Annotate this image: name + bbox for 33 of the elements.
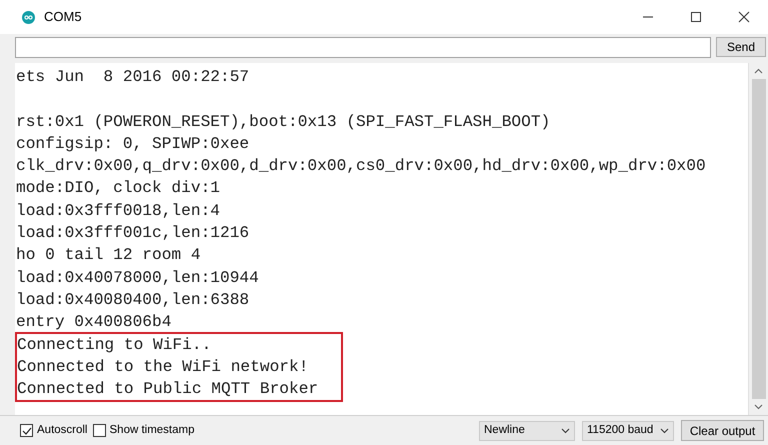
clear-output-button[interactable]: Clear output xyxy=(681,420,764,441)
scrollbar-thumb[interactable] xyxy=(752,79,766,399)
output-line: load:0x3fff0018,len:4 xyxy=(16,200,221,222)
output-line: load:0x40078000,len:10944 xyxy=(16,268,260,289)
output-line: entry 0x400806b4 xyxy=(16,312,172,334)
send-button[interactable]: Send xyxy=(716,37,766,57)
autoscroll-label: Autoscroll xyxy=(37,422,88,438)
output-line: clk_drv:0x00,q_drv:0x00,d_drv:0x00,cs0_drv:0x00,hd_drv:0x00,wp_drv:0x00 xyxy=(16,156,707,178)
output-line: Connecting to WiFi.. xyxy=(17,334,212,356)
output-line: Connected to the WiFi network! xyxy=(17,356,310,378)
output-line: mode:DIO, clock div:1 xyxy=(16,178,221,200)
scroll-up-icon[interactable] xyxy=(754,68,763,74)
output-line: Connected to Public MQTT Broker xyxy=(17,379,320,400)
baud-rate-dropdown[interactable]: 115200 baud xyxy=(582,420,674,440)
output-line: load:0x3fff001c,len:1216 xyxy=(16,223,250,244)
output-line: configsip: 0, SPIWP:0xee xyxy=(16,134,250,155)
timestamp-label: Show timestamp xyxy=(110,422,195,438)
chevron-down-icon xyxy=(561,428,570,434)
line-ending-dropdown[interactable]: Newline xyxy=(479,420,575,440)
window-title: COM5 xyxy=(44,8,82,26)
scrollbar[interactable] xyxy=(748,63,768,415)
scroll-down-icon[interactable] xyxy=(754,404,763,410)
message-input-field[interactable] xyxy=(15,36,711,58)
output-line: load:0x40080400,len:6388 xyxy=(16,290,250,311)
chevron-down-icon xyxy=(660,428,669,434)
output-line: ho 0 tail 12 room 4 xyxy=(16,245,202,266)
app-logo-icon xyxy=(22,10,35,24)
close-icon xyxy=(738,11,750,23)
maximize-icon xyxy=(690,11,702,23)
autoscroll-checkbox[interactable] xyxy=(20,424,33,437)
output-line: ets Jun 8 2016 00:22:57 xyxy=(16,67,250,88)
output-line: rst:0x1 (POWERON_RESET),boot:0x13 (SPI_FAST_FLASH_BOOT) xyxy=(16,112,552,133)
timestamp-checkbox[interactable] xyxy=(92,424,106,437)
